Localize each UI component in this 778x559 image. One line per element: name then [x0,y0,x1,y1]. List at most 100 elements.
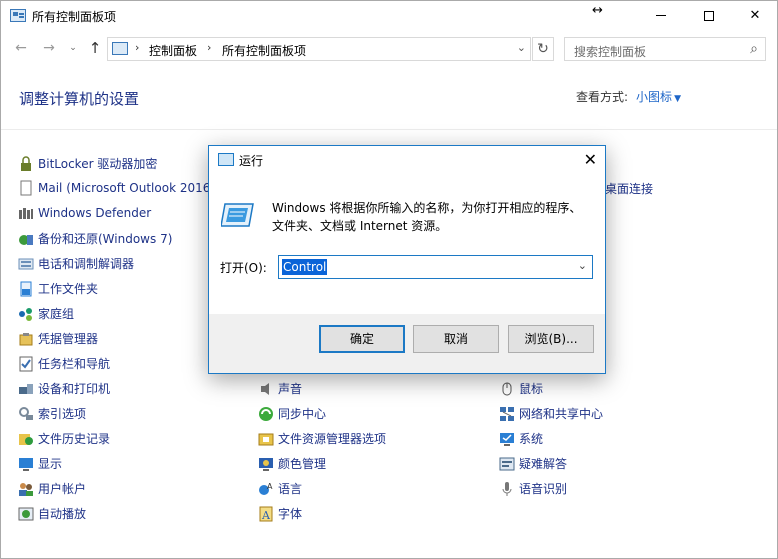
close-button[interactable]: ✕ [732,1,778,30]
mail-icon [18,180,34,196]
item-label[interactable]: 网络和共享中心 [519,407,603,421]
user-accounts-icon [18,481,34,497]
display-icon [18,456,34,472]
cp-item-network-sharing[interactable]: 网络和共享中心 [499,405,603,423]
item-label[interactable]: 声音 [278,382,302,396]
item-label[interactable]: 用户帐户 [38,482,86,496]
cp-item-fonts[interactable]: A 字体 [258,505,302,523]
cp-item-mouse[interactable]: 鼠标 [499,380,543,398]
file-history-icon [18,431,34,447]
item-label[interactable]: 显示 [38,457,62,471]
cp-item-mail[interactable]: Mail (Microsoft Outlook 2016) [18,180,215,198]
close-icon[interactable]: ✕ [584,150,597,169]
item-label[interactable]: Windows Defender [38,206,151,220]
cp-item-speech-recognition[interactable]: 语音识别 [499,480,567,498]
close-icon: ✕ [749,8,761,23]
language-icon: A [258,481,274,497]
minimize-button[interactable] [638,1,684,30]
item-label[interactable]: 凭据管理器 [38,332,98,346]
view-by-label: 查看方式: [576,90,629,104]
item-label[interactable]: 字体 [278,507,302,521]
chevron-down-icon[interactable]: ▼ [674,94,681,104]
cp-item-windows-defender[interactable]: Windows Defender [18,205,151,223]
item-label[interactable]: 工作文件夹 [38,282,98,296]
recent-locations-button[interactable]: ⌄ [63,38,83,58]
item-label[interactable]: 电话和调制解调器 [38,257,134,271]
cp-item-display[interactable]: 显示 [18,455,62,473]
item-label[interactable]: BitLocker 驱动器加密 [38,157,157,171]
cp-item-credential-manager[interactable]: 凭据管理器 [18,330,98,348]
item-label[interactable]: 文件历史记录 [38,432,110,446]
credential-manager-icon [18,331,34,347]
open-combobox[interactable]: Control ⌄ [278,255,593,279]
cp-item-devices-printers[interactable]: 设备和打印机 [18,380,110,398]
address-bar[interactable]: › 控制面板 › 所有控制面板项 ⌄ [107,37,531,61]
control-panel-icon [10,9,26,22]
back-button[interactable]: ← [11,38,31,58]
search-icon[interactable]: ⌕ [750,41,758,57]
chevron-down-icon[interactable]: ⌄ [578,259,587,272]
breadcrumb-all-items[interactable]: 所有控制面板项 [222,42,306,59]
item-label[interactable]: 鼠标 [519,382,543,396]
item-label[interactable]: 语言 [278,482,302,496]
cp-item-homegroup[interactable]: 家庭组 [18,305,74,323]
item-label[interactable]: 同步中心 [278,407,326,421]
breadcrumb-separator-icon[interactable]: › [135,41,139,54]
browse-button[interactable]: 浏览(B)... [508,325,594,353]
item-label[interactable]: 备份和还原(Windows 7) [38,232,172,246]
window-title: 所有控制面板项 [32,10,117,24]
item-label[interactable]: 文件资源管理器选项 [278,432,386,446]
item-label[interactable]: 疑难解答 [519,457,567,471]
address-dropdown-icon[interactable]: ⌄ [517,41,526,54]
sound-icon [258,381,274,397]
cp-item-indexing-options[interactable]: 索引选项 [18,405,86,423]
defender-icon [18,205,34,221]
item-label[interactable]: Mail (Microsoft Outlook 2016) [38,181,215,195]
search-input[interactable]: 搜索控制面板 [574,43,646,60]
cp-item-phone-modem[interactable]: 电话和调制解调器 [18,255,134,273]
view-by-dropdown[interactable]: 小图标 [636,90,672,104]
breadcrumb-separator-icon[interactable]: › [207,41,211,54]
cp-item-user-accounts[interactable]: 用户帐户 [18,480,86,498]
search-box[interactable]: 搜索控制面板 ⌕ [564,37,766,61]
cp-item-autoplay[interactable]: 自动播放 [18,505,86,523]
forward-button[interactable]: → [39,38,59,58]
item-label[interactable]: 家庭组 [38,307,74,321]
devices-printers-icon [18,381,34,397]
item-label[interactable]: 自动播放 [38,507,86,521]
cp-item-work-folders[interactable]: 工作文件夹 [18,280,98,298]
maximize-icon [704,10,714,21]
minimize-icon [656,15,666,16]
item-label[interactable]: 语音识别 [519,482,567,496]
indexing-icon [18,406,34,422]
open-input[interactable]: Control [282,259,328,275]
cancel-button[interactable]: 取消 [413,325,499,353]
cp-item-taskbar-navigation[interactable]: 任务栏和导航 [18,355,110,373]
ok-button[interactable]: 确定 [319,325,405,353]
cp-item-system[interactable]: 系统 [499,430,543,448]
cp-item-backup-restore[interactable]: 备份和还原(Windows 7) [18,230,172,248]
sync-center-icon [258,406,274,422]
cp-item-remote-desktop-partial[interactable]: 桌面连接 [605,180,653,198]
cp-item-language[interactable]: A 语言 [258,480,302,498]
maximize-button[interactable] [686,1,732,30]
item-label[interactable]: 颜色管理 [278,457,326,471]
item-label[interactable]: 索引选项 [38,407,86,421]
item-label[interactable]: 任务栏和导航 [38,357,110,371]
item-label[interactable]: 桌面连接 [605,182,653,196]
cp-item-bitlocker[interactable]: BitLocker 驱动器加密 [18,155,157,173]
item-label[interactable]: 系统 [519,432,543,446]
cp-item-explorer-options[interactable]: 文件资源管理器选项 [258,430,386,448]
up-button[interactable]: ↑ [85,38,105,58]
cp-item-color-management[interactable]: 颜色管理 [258,455,326,473]
item-label[interactable]: 设备和打印机 [38,382,110,396]
cp-item-sound[interactable]: 声音 [258,380,302,398]
cp-item-sync-center[interactable]: 同步中心 [258,405,326,423]
cp-item-file-history[interactable]: 文件历史记录 [18,430,110,448]
svg-text:A: A [267,482,273,491]
breadcrumb-control-panel[interactable]: 控制面板 [149,42,197,59]
title-bar[interactable]: 所有控制面板项 ↔ ✕ [1,1,777,31]
cp-item-troubleshooting[interactable]: 疑难解答 [499,455,567,473]
run-dialog-title-bar[interactable]: 运行 ✕ [209,146,605,174]
refresh-button[interactable]: ↻ [532,37,554,61]
